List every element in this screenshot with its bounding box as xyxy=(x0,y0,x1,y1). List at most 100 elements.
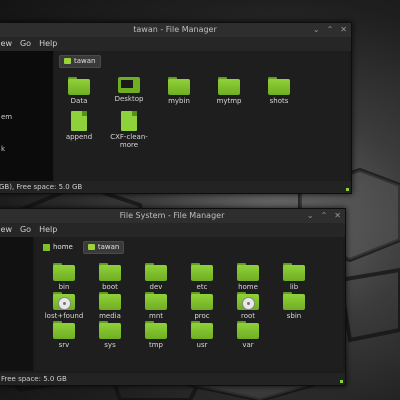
file-icon xyxy=(121,111,137,131)
folder-icon xyxy=(99,321,121,339)
file-item[interactable]: mytmp xyxy=(207,77,251,105)
folder-icon xyxy=(145,321,167,339)
file-item[interactable]: usr xyxy=(180,321,224,349)
status-text: Free space: 5.0 GB xyxy=(1,375,67,383)
file-item[interactable]: lib xyxy=(272,263,316,291)
menu-help[interactable]: Help xyxy=(39,37,57,51)
status-bar: Free space: 5.0 GB xyxy=(0,373,345,385)
window-title: File System - File Manager xyxy=(119,211,225,220)
breadcrumb-home[interactable]: home xyxy=(39,242,77,253)
file-item-label: usr xyxy=(196,341,208,349)
menu-go[interactable]: Go xyxy=(20,37,31,51)
menu-go[interactable]: Go xyxy=(20,223,31,237)
file-item[interactable]: srv xyxy=(42,321,86,349)
folder-icon xyxy=(191,292,213,310)
file-item[interactable]: dev xyxy=(134,263,178,291)
folder-icon xyxy=(99,263,121,281)
home-icon xyxy=(64,58,71,64)
window-title: tawan - File Manager xyxy=(133,25,217,34)
maximize-icon[interactable]: ⌃ xyxy=(321,211,328,220)
home-icon xyxy=(87,244,95,250)
file-item[interactable]: boot xyxy=(88,263,132,291)
file-item-label: var xyxy=(242,341,254,349)
folder-icon xyxy=(191,321,213,339)
file-item-label: CXF-clean-more xyxy=(110,133,148,149)
folder-icon xyxy=(283,292,305,310)
file-item-label: etc xyxy=(196,283,208,291)
file-item-label: boot xyxy=(102,283,118,291)
side-pane-item[interactable]: k xyxy=(1,145,5,153)
file-item-label: tmp xyxy=(148,341,163,349)
folder-icon xyxy=(168,77,190,95)
minimize-icon[interactable]: ⌄ xyxy=(307,211,314,220)
file-view[interactable]: tawan Data Desktop mybin mytmp shots append CX… xyxy=(55,51,349,181)
path-bar: home tawan xyxy=(39,240,125,254)
window-titlebar[interactable]: tawan - File Manager ⌄ ⌃ ✕ xyxy=(0,23,351,37)
file-item[interactable]: mybin xyxy=(157,77,201,105)
file-item[interactable]: bin xyxy=(42,263,86,291)
file-item[interactable]: mnt xyxy=(134,292,178,320)
file-item-label: dev xyxy=(149,283,163,291)
side-pane[interactable] xyxy=(0,237,33,371)
close-icon[interactable]: ✕ xyxy=(340,25,347,34)
file-item-label: mnt xyxy=(149,312,163,320)
file-item[interactable]: proc xyxy=(180,292,224,320)
menu-view[interactable]: View xyxy=(0,37,12,51)
resize-grip[interactable] xyxy=(346,188,349,191)
folder-icon xyxy=(53,321,75,339)
folder-icon xyxy=(237,321,259,339)
window-titlebar[interactable]: File System - File Manager ⌄ ⌃ ✕ xyxy=(0,209,345,223)
desktop-folder-icon xyxy=(118,77,140,93)
side-pane-item[interactable]: em xyxy=(1,113,12,121)
menu-help[interactable]: Help xyxy=(39,223,57,237)
file-item[interactable]: root xyxy=(226,292,270,320)
file-item-label: shots xyxy=(269,97,289,105)
file-item-label: lib xyxy=(289,283,299,291)
path-bar: tawan xyxy=(59,54,101,68)
menu-view[interactable]: View xyxy=(0,223,12,237)
file-view[interactable]: home tawan bin boot dev etc home lib lost+foun… xyxy=(35,237,343,371)
minimize-icon[interactable]: ⌄ xyxy=(313,25,320,34)
file-item[interactable]: home xyxy=(226,263,270,291)
file-item[interactable]: etc xyxy=(180,263,224,291)
side-pane[interactable]: em k xyxy=(0,51,53,181)
file-item[interactable]: CXF-clean-more xyxy=(107,111,151,149)
folder-icon xyxy=(268,77,290,95)
file-manager-window-filesystem[interactable]: File System - File Manager ⌄ ⌃ ✕ View Go… xyxy=(0,208,346,386)
resize-grip[interactable] xyxy=(340,380,343,383)
status-text: GB), Free space: 5.0 GB xyxy=(0,183,83,191)
close-icon[interactable]: ✕ xyxy=(334,211,341,220)
mounted-folder-icon xyxy=(237,292,259,310)
breadcrumb-tawan[interactable]: tawan xyxy=(59,54,101,68)
file-item-label: Data xyxy=(70,97,88,105)
file-item[interactable]: media xyxy=(88,292,132,320)
folder-icon xyxy=(145,292,167,310)
file-item[interactable]: var xyxy=(226,321,270,349)
file-item-label: Desktop xyxy=(114,95,144,103)
folder-icon xyxy=(237,263,259,281)
file-item[interactable]: Data xyxy=(57,77,101,105)
file-item[interactable]: shots xyxy=(257,77,301,105)
folder-icon xyxy=(283,263,305,281)
file-manager-window-home[interactable]: tawan - File Manager ⌄ ⌃ ✕ View Go Help … xyxy=(0,22,352,194)
file-item-label: media xyxy=(99,312,121,320)
folder-icon xyxy=(53,263,75,281)
file-item-label: mytmp xyxy=(216,97,242,105)
folder-icon xyxy=(68,77,90,95)
file-item-label: proc xyxy=(194,312,210,320)
drive-icon xyxy=(43,243,50,251)
folder-icon xyxy=(218,77,240,95)
maximize-icon[interactable]: ⌃ xyxy=(327,25,334,34)
file-item-label: bin xyxy=(58,283,70,291)
menu-bar: View Go Help xyxy=(0,37,351,51)
menu-bar: View Go Help xyxy=(0,223,345,237)
file-item-label: home xyxy=(238,283,258,291)
file-item[interactable]: lost+found xyxy=(42,292,86,320)
breadcrumb-tawan[interactable]: tawan xyxy=(82,240,125,254)
file-item[interactable]: tmp xyxy=(134,321,178,349)
file-item[interactable]: append xyxy=(57,111,101,141)
file-item[interactable]: sys xyxy=(88,321,132,349)
file-item-label: mybin xyxy=(168,97,190,105)
file-item[interactable]: sbin xyxy=(272,292,316,320)
file-item[interactable]: Desktop xyxy=(107,77,151,103)
